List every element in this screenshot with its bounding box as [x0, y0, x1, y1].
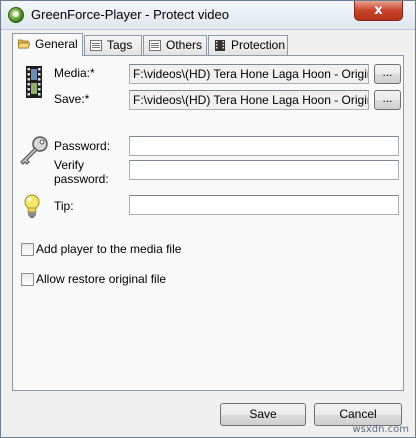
list-icon	[149, 40, 161, 51]
film-icon	[215, 40, 225, 51]
media-label: Media:*	[54, 66, 95, 80]
tab-tags-label: Tags	[107, 38, 133, 52]
tab-protection-label: Protection	[231, 38, 286, 52]
add-player-label: Add player to the media file	[36, 242, 182, 256]
list-icon	[90, 40, 102, 51]
protect-video-window: GreenForce-Player - Protect video x Gene…	[0, 0, 416, 438]
save-path-field[interactable]: F:\videos\(HD) Tera Hone Laga Hoon - Ori…	[129, 90, 369, 110]
cancel-button[interactable]: Cancel	[314, 403, 402, 426]
tab-general[interactable]: General	[12, 33, 83, 56]
key-icon	[20, 136, 48, 165]
verify-password-field[interactable]	[129, 160, 399, 180]
save-button[interactable]: Save	[220, 403, 306, 426]
password-label: Password:	[54, 139, 111, 153]
browse-save-button[interactable]: ...	[374, 90, 401, 110]
media-path-field[interactable]: F:\videos\(HD) Tera Hone Laga Hoon - Ori…	[129, 64, 369, 84]
folder-open-icon	[18, 39, 30, 49]
watermark: wsxdn.com	[352, 424, 409, 435]
window-title: GreenForce-Player - Protect video	[31, 7, 229, 22]
allow-restore-label: Allow restore original file	[36, 272, 167, 286]
password-field[interactable]	[129, 136, 399, 156]
tab-tags[interactable]: Tags	[84, 35, 142, 55]
browse-media-button[interactable]: ...	[374, 64, 401, 84]
tip-label: Tip:	[54, 199, 74, 213]
allow-restore-checkbox[interactable]	[21, 273, 34, 286]
general-tab-panel: Media:* F:\videos\(HD) Tera Hone Laga Ho…	[12, 55, 404, 391]
title-bar: GreenForce-Player - Protect video x	[1, 1, 415, 30]
add-player-checkbox[interactable]	[21, 243, 34, 256]
tab-protection[interactable]: Protection	[208, 35, 288, 55]
close-button[interactable]: x	[354, 1, 403, 21]
film-strip-icon	[26, 66, 42, 98]
lightbulb-icon	[24, 194, 40, 218]
tip-field[interactable]	[129, 195, 399, 215]
verify-label-line1: Verify	[54, 158, 85, 172]
save-label: Save:*	[54, 92, 90, 106]
tab-others-label: Others	[166, 38, 203, 52]
tab-others[interactable]: Others	[143, 35, 207, 55]
tab-general-label: General	[35, 37, 78, 51]
verify-label-line2: password:	[54, 172, 109, 186]
greenforce-app-icon	[8, 7, 24, 23]
